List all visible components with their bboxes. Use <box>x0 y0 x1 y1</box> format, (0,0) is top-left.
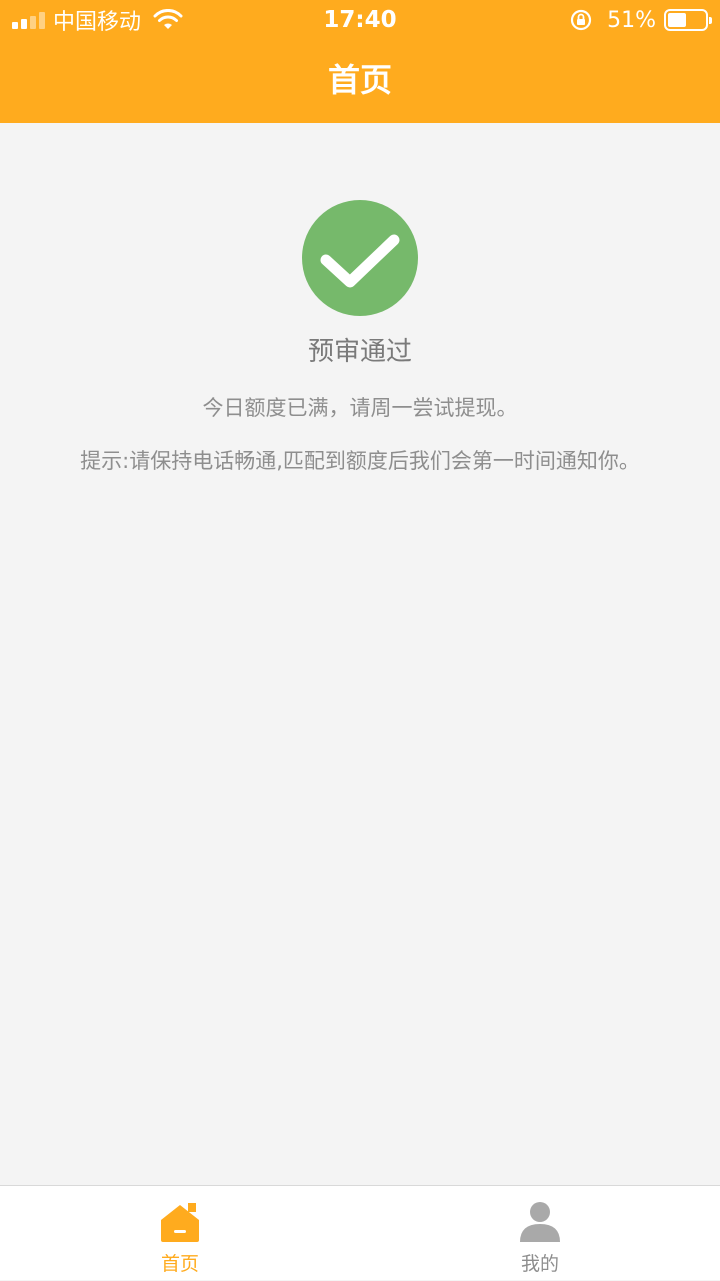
battery-icon <box>664 9 712 31</box>
header: 中国移动 17:40 51% 首页 <box>0 0 720 123</box>
battery-fill <box>668 13 686 27</box>
person-icon <box>520 1202 560 1242</box>
main-content: 预审通过 今日额度已满，请周一尝试提现。 提示:请保持电话畅通,匹配到额度后我们… <box>0 123 720 1185</box>
rotation-lock-icon <box>570 9 592 31</box>
tab-home[interactable]: 首页 <box>0 1186 360 1281</box>
tab-home-label: 首页 <box>160 1253 199 1275</box>
status-bar: 中国移动 17:40 51% <box>0 0 720 40</box>
home-icon <box>161 1203 199 1242</box>
status-right: 51% <box>569 6 712 34</box>
result-title: 预审通过 <box>307 337 412 367</box>
page-title: 首页 <box>327 61 392 99</box>
result-hint: 提示:请保持电话畅通,匹配到额度后我们会第一时间通知你。 <box>80 449 640 473</box>
result-message: 今日额度已满，请周一尝试提现。 <box>202 396 518 420</box>
check-circle-icon <box>302 200 418 316</box>
tab-bar: 首页 我的 <box>0 1185 720 1280</box>
tab-me[interactable]: 我的 <box>360 1186 720 1281</box>
tab-me-label: 我的 <box>520 1253 559 1275</box>
battery-percent: 51% <box>607 7 656 33</box>
